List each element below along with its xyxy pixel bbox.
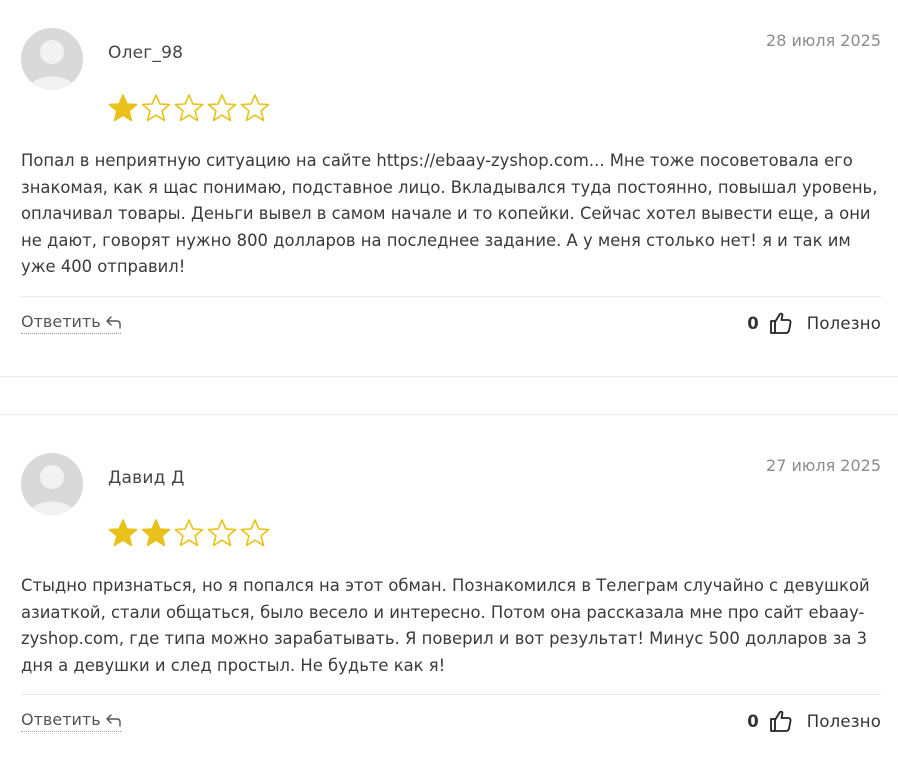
- star-empty-icon: [240, 519, 270, 547]
- reply-arrow-icon: [105, 713, 121, 727]
- reply-button[interactable]: Ответить: [21, 710, 121, 732]
- review-separator: [0, 376, 898, 377]
- star-empty-icon: [174, 519, 204, 547]
- review-separator: [0, 414, 898, 415]
- review-author: Давид Д: [108, 468, 185, 488]
- review-text: Стыдно признаться, но я попался на этот …: [21, 576, 870, 675]
- star-filled-icon: [108, 519, 138, 547]
- user-avatar-icon: [21, 28, 83, 90]
- star-empty-icon: [141, 94, 171, 122]
- star-empty-icon: [207, 519, 237, 547]
- review-text: Попал в неприятную ситуацию на сайте htt…: [21, 151, 878, 276]
- useful-count: 0: [747, 313, 759, 333]
- star-filled-icon: [108, 94, 138, 122]
- useful-label[interactable]: Полезно: [807, 712, 881, 731]
- star-empty-icon: [240, 94, 270, 122]
- reply-button[interactable]: Ответить: [21, 312, 121, 334]
- reply-label: Ответить: [21, 710, 101, 729]
- review-date: 27 июля 2025: [766, 456, 881, 475]
- star-filled-icon: [141, 519, 171, 547]
- star-empty-icon: [174, 94, 204, 122]
- divider: [21, 296, 881, 297]
- useful-count: 0: [747, 711, 759, 731]
- star-empty-icon: [207, 94, 237, 122]
- review-date: 28 июля 2025: [766, 31, 881, 50]
- useful-control: 0 Полезно: [747, 311, 881, 335]
- reply-arrow-icon: [105, 315, 121, 329]
- thumbs-up-icon[interactable]: [769, 709, 793, 733]
- review-author: Олег_98: [108, 43, 184, 63]
- rating-stars: [107, 93, 271, 123]
- useful-label[interactable]: Полезно: [807, 314, 881, 333]
- useful-control: 0 Полезно: [747, 709, 881, 733]
- thumbs-up-icon[interactable]: [769, 311, 793, 335]
- user-avatar-icon: [21, 453, 83, 515]
- reply-label: Ответить: [21, 312, 101, 331]
- rating-stars: [107, 518, 271, 548]
- divider: [21, 694, 881, 695]
